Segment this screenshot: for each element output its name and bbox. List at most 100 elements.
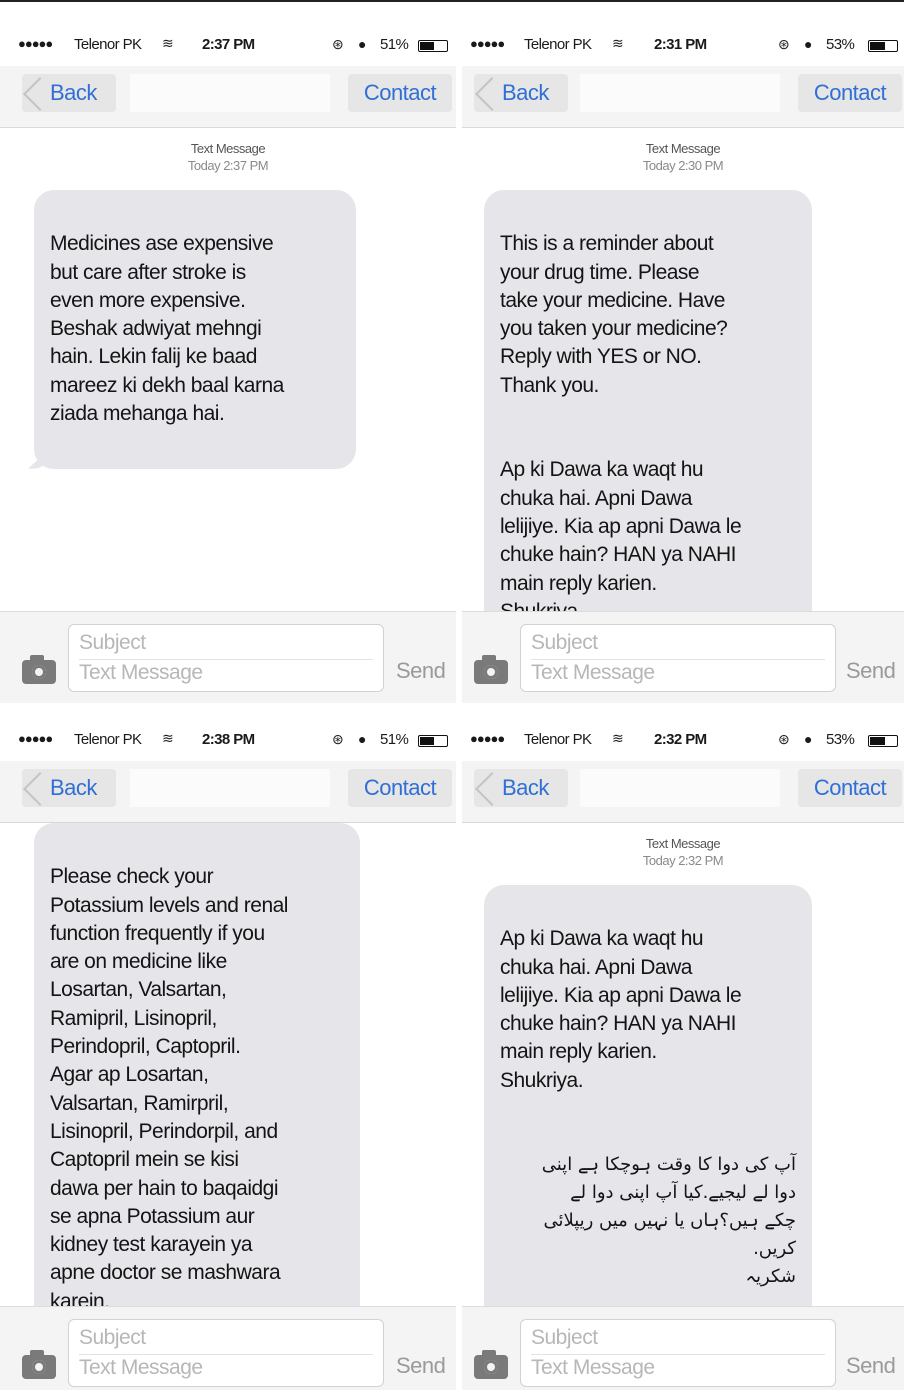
nav-bar: Back Contact [0,761,456,823]
send-button[interactable]: Send [846,1353,896,1379]
battery-percent: 51% [380,731,409,748]
phone-screen-2: ●●●●● Telenor PK ≋ 2:31 PM ⊛ ● 53% Back … [462,8,904,703]
battery-icon [868,735,898,747]
message-bubble: Ap ki Dawa ka waqt hu chuka hai. Apni Da… [484,885,812,1332]
subject-placeholder[interactable]: Subject [79,631,146,655]
field-divider [531,659,825,660]
text-message-placeholder[interactable]: Text Message [79,661,203,685]
contact-button[interactable]: Contact [348,769,452,807]
wifi-icon: ≋ [612,35,624,51]
camera-icon[interactable] [474,655,508,684]
message-type-label: Text Message [645,836,721,851]
compose-field[interactable]: Subject Text Message [68,1319,384,1387]
top-border [0,0,904,8]
message-time: Today 2:32 PM [642,853,724,868]
recipient-field[interactable] [580,769,780,807]
battery-percent: 53% [826,36,855,53]
message-text: Please check your Potassium levels and r… [50,865,288,1313]
message-composer: Subject Text Message Send [0,1306,456,1390]
battery-fill [420,737,434,745]
message-composer: Subject Text Message Send [462,1306,904,1390]
back-button[interactable]: Back [474,769,568,807]
back-label: Back [50,80,97,105]
recipient-field[interactable] [580,74,780,112]
contact-button[interactable]: Contact [348,74,452,112]
message-type-label: Text Message [645,141,721,156]
carrier-name: Telenor PK [524,36,592,53]
status-time: 2:38 PM [202,731,255,748]
field-divider [531,1354,825,1355]
status-bar: ●●●●● Telenor PK ≋ 2:32 PM ⊛ ● 53% [462,727,904,753]
alarm-icon: ● [804,36,812,52]
back-label: Back [502,775,549,800]
alarm-icon: ● [358,731,366,747]
message-bubble: Please check your Potassium levels and r… [34,823,360,1357]
field-divider [79,1354,373,1355]
battery-fill [870,737,885,745]
message-time: Today 2:37 PM [187,158,269,173]
message-text: Medicines ase expensive but care after s… [50,232,284,426]
wifi-icon: ≋ [162,730,174,746]
message-composer: Subject Text Message Send [462,611,904,703]
message-timestamp: Text Message Today 2:37 PM [0,140,456,174]
camera-icon[interactable] [22,1350,56,1379]
subject-placeholder[interactable]: Subject [79,1326,146,1350]
carrier-name: Telenor PK [74,731,142,748]
battery-icon [418,735,448,747]
battery-percent: 51% [380,36,409,53]
send-button[interactable]: Send [396,658,446,684]
battery-fill [420,42,434,50]
text-message-placeholder[interactable]: Text Message [79,1356,203,1380]
compose-field[interactable]: Subject Text Message [68,624,384,692]
rotation-lock-icon: ⊛ [778,36,790,52]
subject-placeholder[interactable]: Subject [531,1326,598,1350]
text-message-placeholder[interactable]: Text Message [531,1356,655,1380]
nav-bar: Back Contact [462,761,904,823]
message-timestamp: Text Message Today 2:30 PM [462,140,904,174]
status-bar: ●●●●● Telenor PK ≋ 2:37 PM ⊛ ● 51% [0,32,456,58]
rotation-lock-icon: ⊛ [332,36,344,52]
message-text-roman-urdu: Ap ki Dawa ka waqt hu chuka hai. Apni Da… [500,458,742,622]
rotation-lock-icon: ⊛ [332,731,344,747]
message-bubble: Medicines ase expensive but care after s… [34,190,356,469]
message-timestamp: Text Message Today 2:32 PM [462,835,904,869]
send-button[interactable]: Send [846,658,896,684]
recipient-field[interactable] [130,74,330,112]
status-bar: ●●●●● Telenor PK ≋ 2:31 PM ⊛ ● 53% [462,32,904,58]
phone-screen-4: ●●●●● Telenor PK ≋ 2:32 PM ⊛ ● 53% Back … [462,703,904,1390]
battery-icon [868,40,898,52]
battery-icon [418,40,448,52]
rotation-lock-icon: ⊛ [778,731,790,747]
status-time: 2:37 PM [202,36,255,53]
signal-strength: ●●●●● [470,731,505,746]
contact-button[interactable]: Contact [798,74,902,112]
signal-strength: ●●●●● [470,36,505,51]
camera-icon[interactable] [22,655,56,684]
alarm-icon: ● [804,731,812,747]
camera-icon[interactable] [474,1350,508,1379]
back-label: Back [50,775,97,800]
status-bar: ●●●●● Telenor PK ≋ 2:38 PM ⊛ ● 51% [0,727,456,753]
recipient-field[interactable] [130,769,330,807]
message-text: This is a reminder about your drug time.… [500,232,728,397]
subject-placeholder[interactable]: Subject [531,631,598,655]
back-label: Back [502,80,549,105]
status-time: 2:31 PM [654,36,707,53]
wifi-icon: ≋ [612,730,624,746]
compose-field[interactable]: Subject Text Message [520,624,836,692]
nav-bar: Back Contact [462,66,904,128]
back-button[interactable]: Back [22,769,116,807]
carrier-name: Telenor PK [74,36,142,53]
back-button[interactable]: Back [22,74,116,112]
nav-bar: Back Contact [0,66,456,128]
battery-percent: 53% [826,731,855,748]
signal-strength: ●●●●● [18,731,53,746]
message-composer: Subject Text Message Send [0,611,456,703]
message-time: Today 2:30 PM [642,158,724,173]
send-button[interactable]: Send [396,1353,446,1379]
compose-field[interactable]: Subject Text Message [520,1319,836,1387]
text-message-placeholder[interactable]: Text Message [531,661,655,685]
message-bubble: This is a reminder about your drug time.… [484,190,812,667]
contact-button[interactable]: Contact [798,769,902,807]
back-button[interactable]: Back [474,74,568,112]
